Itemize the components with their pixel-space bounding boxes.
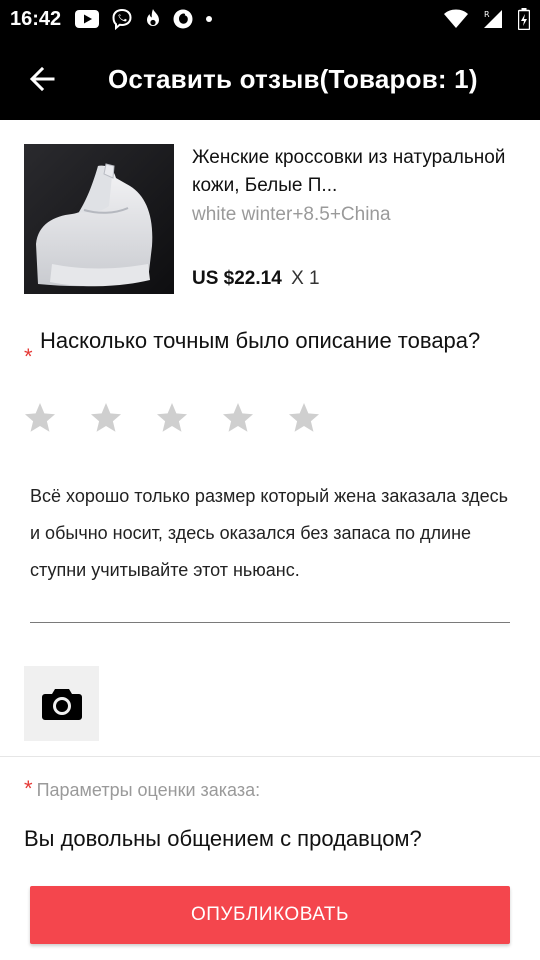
- svg-text:R: R: [484, 10, 490, 19]
- star-rating: [22, 400, 322, 436]
- app-bar: Оставить отзыв(Товаров: 1): [0, 38, 540, 120]
- dot-icon: [205, 15, 213, 23]
- status-system-icons: R: [444, 8, 530, 30]
- arrow-left-icon: [29, 66, 55, 92]
- required-mark: *: [24, 776, 33, 801]
- signal-roaming-icon: R: [482, 8, 504, 30]
- review-text-field[interactable]: Всё хорошо только размер который жена за…: [30, 478, 510, 589]
- product-info: Женские кроссовки из натуральной кожи, Б…: [192, 144, 516, 226]
- camera-icon: [41, 688, 82, 720]
- viber-icon: [111, 8, 133, 30]
- price-row: US $22.14 X 1: [192, 268, 320, 290]
- star-5-icon[interactable]: [286, 400, 322, 436]
- params-label-text: Параметры оценки заказа:: [36, 780, 261, 800]
- star-1-icon[interactable]: [22, 400, 58, 436]
- product-quantity: X 1: [291, 268, 320, 289]
- seller-question: Вы довольны общением с продавцом?: [24, 826, 422, 851]
- youtube-icon: [75, 10, 100, 28]
- product-variant: white winter+8.5+China: [192, 204, 391, 225]
- star-2-icon[interactable]: [88, 400, 124, 436]
- status-notification-icons: [75, 8, 213, 30]
- star-3-icon[interactable]: [154, 400, 190, 436]
- wifi-icon: [444, 9, 468, 29]
- product-card: Женские кроссовки из натуральной кожи, Б…: [24, 144, 516, 294]
- star-4-icon[interactable]: [220, 400, 256, 436]
- order-params-label: * Параметры оценки заказа:: [24, 776, 260, 802]
- status-time: 16:42: [10, 7, 62, 30]
- product-image: [24, 144, 174, 294]
- publish-button[interactable]: ОПУБЛИКОВАТЬ: [30, 886, 510, 944]
- rating-question: * Насколько точным было описание товара?: [24, 326, 524, 369]
- back-button[interactable]: [0, 38, 84, 120]
- review-underline: [30, 622, 510, 623]
- product-title[interactable]: Женские кроссовки из натуральной кожи, Б…: [192, 144, 516, 200]
- product-price: US $22.14: [192, 268, 282, 289]
- add-photo-button[interactable]: [24, 666, 99, 741]
- battery-icon: [518, 8, 530, 30]
- flame-icon: [145, 9, 161, 29]
- vodafone-icon: [173, 9, 193, 29]
- required-mark: *: [24, 344, 33, 369]
- rating-question-text: Насколько точным было описание товара?: [40, 328, 481, 353]
- page-title: Оставить отзыв(Товаров: 1): [108, 63, 478, 94]
- section-divider: [0, 756, 540, 757]
- status-bar: 16:42 R: [0, 0, 540, 38]
